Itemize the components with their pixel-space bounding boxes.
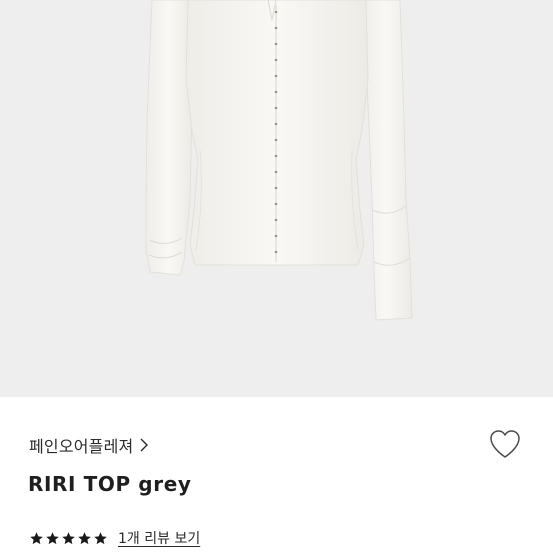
star-filled-icon bbox=[78, 531, 91, 544]
rating-stars bbox=[29, 531, 108, 546]
heart-outline-icon[interactable] bbox=[488, 428, 522, 460]
star-filled-icon bbox=[62, 531, 75, 544]
star-filled-icon bbox=[94, 531, 107, 544]
top-garment-illustration bbox=[145, 0, 413, 321]
brand-label: 페인오어플레져 bbox=[29, 437, 134, 456]
product-title: RIRI TOP grey bbox=[28, 472, 192, 496]
star-filled-icon bbox=[30, 531, 43, 544]
star-filled-icon bbox=[46, 531, 59, 544]
brand-link[interactable]: 페인오어플레져 bbox=[29, 433, 149, 457]
review-count-link[interactable]: 1개 리뷰 보기 bbox=[118, 528, 200, 548]
rating-row: 1개 리뷰 보기 bbox=[29, 528, 200, 548]
chevron-right-icon bbox=[140, 438, 149, 452]
product-image[interactable] bbox=[0, 0, 553, 397]
